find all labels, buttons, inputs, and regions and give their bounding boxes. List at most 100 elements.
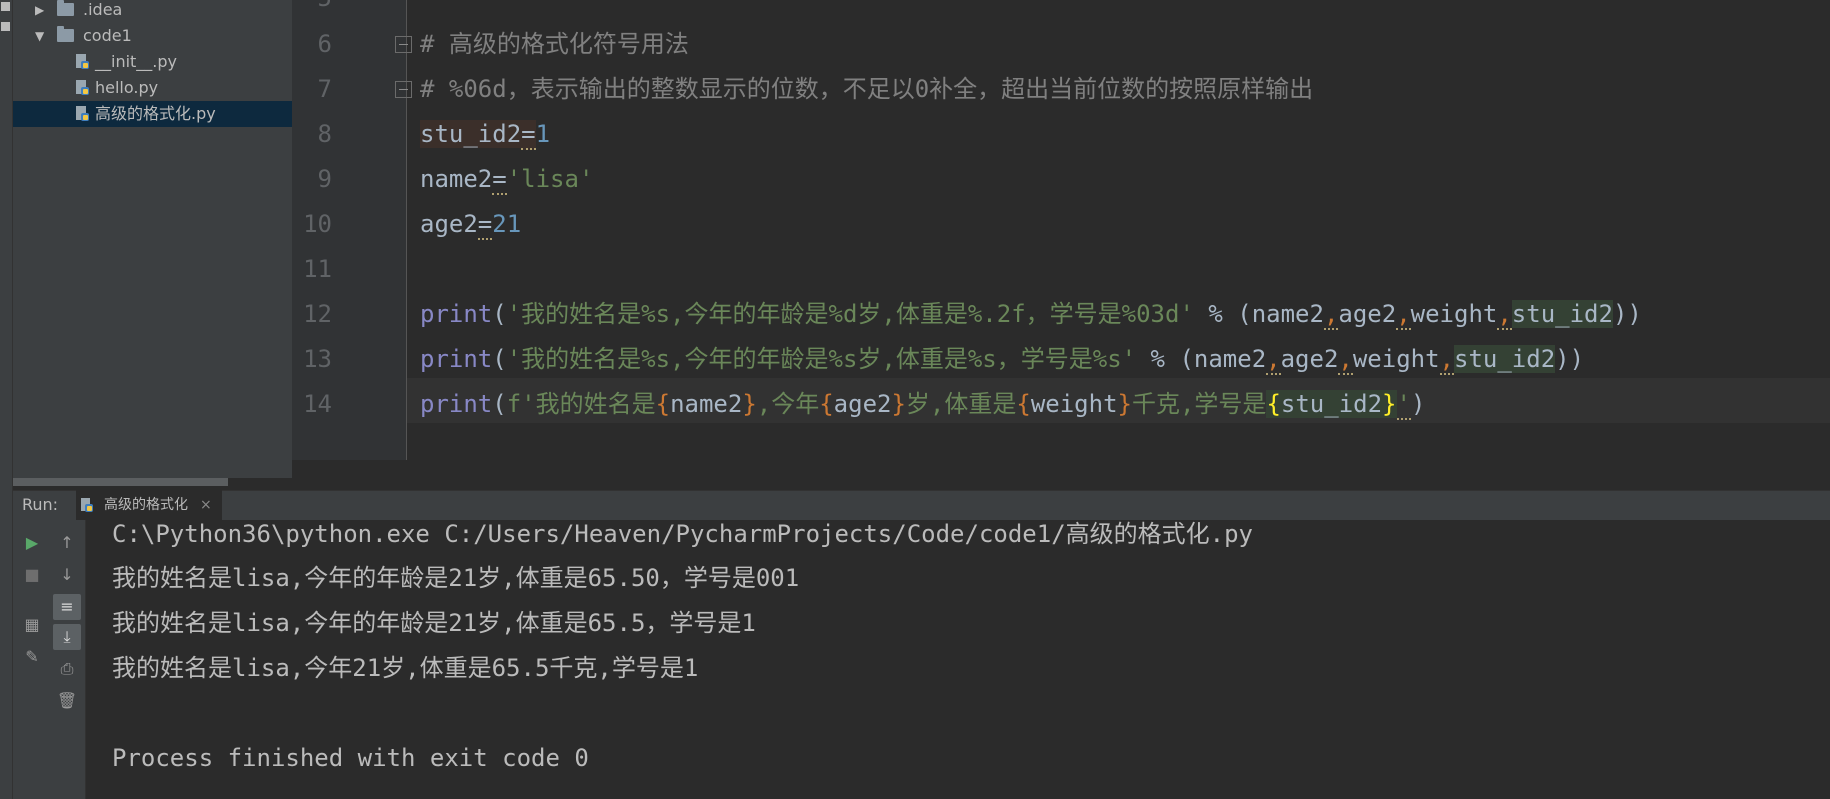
code-line-7: # %06d，表示输出的整数显示的位数，不足以0补全，超出当前位数的按照原样输出 — [420, 75, 1314, 103]
tree-item-init-py[interactable]: __init__.py — [13, 49, 292, 75]
code-token: 千克,学号是 — [1131, 390, 1267, 418]
code-token: age2 — [833, 390, 892, 418]
layout-icon[interactable]: ▦ — [18, 612, 46, 638]
code-token: , — [1439, 345, 1454, 375]
code-token: = — [521, 120, 536, 150]
trash-icon[interactable]: 🗑 — [53, 688, 81, 714]
folder-icon — [57, 26, 74, 42]
soft-wrap-icon[interactable]: ≡ — [53, 594, 81, 620]
code-token: name2 — [670, 390, 743, 418]
code-token: 1 — [535, 120, 551, 148]
line-number: 14 — [303, 390, 332, 418]
code-token: , — [1266, 345, 1281, 375]
tree-item-code1[interactable]: ▼ code1 — [13, 23, 292, 49]
code-line-13: print('我的姓名是%s,今年的年龄是%s岁,体重是%s，学号是%s' % … — [420, 337, 1584, 382]
python-file-icon — [76, 54, 89, 69]
code-token: , — [1396, 300, 1411, 330]
tree-item-label: hello.py — [95, 78, 159, 97]
code-token: ( — [492, 345, 507, 373]
code-token: , — [1323, 300, 1339, 330]
tree-item-format-py[interactable]: 高级的格式化.py — [13, 101, 292, 127]
line-number: 8 — [317, 120, 332, 148]
print-icon[interactable]: ⎙ — [53, 656, 81, 682]
code-token: age2 — [1338, 300, 1397, 328]
code-line-14: print(f'我的姓名是{name2},今年{age2}岁,体重是{weigh… — [420, 382, 1425, 427]
chevron-down-icon[interactable]: ▼ — [35, 23, 44, 49]
code-token: '我的姓名是%s,今年的年龄是%s岁,体重是%s，学号是%s' — [506, 345, 1137, 373]
code-token: % ( — [1193, 300, 1252, 328]
run-panel-title: Run: — [22, 495, 59, 514]
pin-icon[interactable]: ✎ — [18, 644, 46, 670]
code-token: { — [819, 390, 834, 418]
fold-collapse-icon[interactable] — [395, 36, 412, 53]
line-number: 6 — [317, 30, 332, 58]
console-line: 我的姓名是lisa,今年的年龄是21岁,体重是65.50，学号是001 — [112, 564, 800, 592]
folder-icon — [57, 0, 74, 16]
stop-icon[interactable]: ■ — [18, 562, 46, 588]
tree-item-label: 高级的格式化.py — [95, 104, 216, 123]
run-toolbar: ▶ ↑ ■ ↓ ≡ ▦ ⤓ ✎ ⎙ 🗑 — [13, 520, 85, 799]
project-tree-panel: ▶ .idea ▼ code1 __init__.py hello.py 高级的… — [13, 0, 292, 478]
code-token: print — [420, 300, 493, 328]
code-token: { — [1016, 390, 1031, 418]
line-number: 13 — [303, 345, 332, 373]
code-token: age2 — [420, 210, 478, 238]
code-token: 'lisa' — [506, 165, 594, 193]
code-token: % ( — [1136, 345, 1194, 373]
console-line: 我的姓名是lisa,今年21岁,体重是65.5千克,学号是1 — [112, 654, 699, 682]
line-number: 7 — [317, 75, 332, 103]
code-token: = — [477, 210, 493, 240]
code-token: 21 — [492, 210, 522, 238]
code-line-9: name2='lisa' — [420, 157, 593, 202]
fold-collapse-icon[interactable] — [395, 81, 412, 98]
code-token: ( — [492, 300, 507, 328]
console-line: C:\Python36\python.exe C:/Users/Heaven/P… — [112, 520, 1253, 548]
code-token: weight — [1030, 390, 1118, 418]
code-token: ' — [1396, 390, 1411, 420]
code-token: print — [420, 390, 493, 418]
project-tool-icon[interactable] — [1, 2, 10, 11]
code-token-highlighted: {stu_id2} — [1266, 390, 1397, 418]
code-token: { — [655, 390, 671, 418]
code-token: stu_id2 — [1280, 390, 1383, 418]
code-token: weight — [1352, 345, 1440, 373]
code-token: '我的姓名是%s,今年的年龄是%d岁,体重是%.2f，学号是%03d' — [506, 300, 1194, 328]
line-number: 11 — [303, 255, 332, 283]
code-token: print — [420, 345, 493, 373]
project-horizontal-scrollbar[interactable] — [13, 478, 228, 486]
rerun-icon[interactable]: ▶ — [18, 530, 46, 556]
tree-item-label: code1 — [83, 26, 132, 45]
python-file-icon — [76, 106, 89, 121]
python-file-icon — [81, 498, 93, 512]
console-line: 我的姓名是lisa,今年的年龄是21岁,体重是65.5，学号是1 — [112, 609, 756, 637]
scroll-to-end-icon[interactable]: ⤓ — [53, 624, 81, 650]
arrow-down-icon[interactable]: ↓ — [53, 562, 81, 588]
line-number: 5 — [292, 0, 332, 21]
chevron-right-icon[interactable]: ▶ — [35, 0, 44, 23]
code-token: 岁,体重是 — [905, 390, 1017, 418]
arrow-up-icon[interactable]: ↑ — [53, 530, 81, 556]
line-number: 10 — [303, 210, 332, 238]
python-file-icon — [76, 80, 89, 95]
tree-item-hello-py[interactable]: hello.py — [13, 75, 292, 101]
structure-tool-icon[interactable] — [1, 22, 10, 31]
code-line-8: stu_id2=1 — [420, 112, 550, 157]
code-token: ( — [492, 390, 507, 418]
code-token: { — [1266, 390, 1281, 418]
code-token: stu_id2 — [1454, 345, 1556, 373]
code-token: , — [1338, 345, 1353, 375]
tree-item-idea[interactable]: ▶ .idea — [13, 0, 292, 23]
code-token: } — [1117, 390, 1132, 418]
code-token: } — [1382, 390, 1397, 418]
code-token: age2 — [1280, 345, 1339, 373]
line-number: 12 — [303, 300, 332, 328]
code-token: weight — [1410, 300, 1498, 328]
code-token: )) — [1612, 300, 1642, 328]
code-token: name2 — [420, 165, 493, 193]
code-token: stu_id2 — [1511, 300, 1613, 328]
code-token: } — [742, 390, 757, 418]
code-token: , — [1497, 300, 1512, 330]
code-token: = — [492, 165, 507, 195]
console-line: Process finished with exit code 0 — [112, 744, 589, 772]
code-token: name2 — [1193, 345, 1267, 373]
